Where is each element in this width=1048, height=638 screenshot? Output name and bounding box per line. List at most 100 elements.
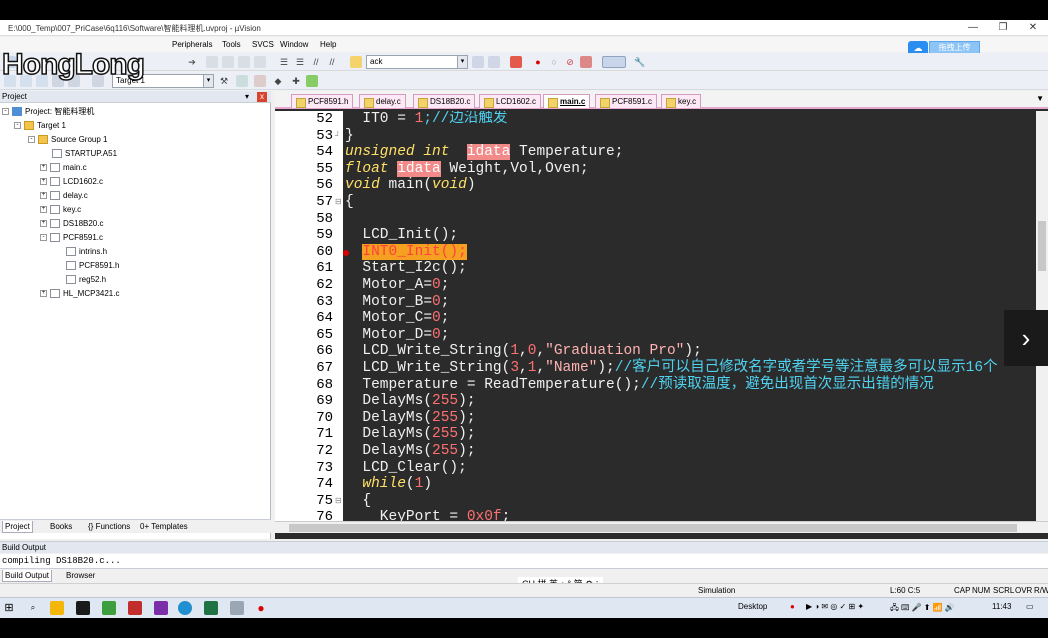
tree-file[interactable]: STARTUP.A51	[52, 147, 117, 160]
uvision-app-icon[interactable]	[230, 601, 244, 615]
window-layout-icon[interactable]	[602, 56, 626, 68]
breakpoint-disable-icon[interactable]: ○	[548, 56, 560, 68]
fold-marker-icon[interactable]: ⊟	[335, 194, 342, 210]
pack-installer-icon[interactable]: ✚	[290, 75, 302, 87]
wrench-icon[interactable]: 🔧	[634, 56, 646, 68]
tree-file[interactable]: + main.c	[40, 161, 87, 174]
search-icon[interactable]: ⌕	[26, 601, 40, 615]
menu-tools[interactable]: Tools	[222, 40, 241, 49]
onenote-icon[interactable]	[154, 601, 168, 615]
windows-start-icon[interactable]: ⊞	[2, 601, 16, 615]
tab-templates[interactable]: 0+ Templates	[138, 521, 190, 533]
collapse-icon[interactable]: -	[40, 234, 47, 242]
expand-icon[interactable]: +	[40, 220, 47, 228]
redo-icon[interactable]: ➔	[186, 56, 198, 68]
indent-icon[interactable]: ☰	[278, 56, 290, 68]
file-tab[interactable]: delay.c	[359, 94, 406, 108]
breakpoint-kill-icon[interactable]	[580, 56, 592, 68]
fold-marker-icon[interactable]: ⊟	[335, 493, 342, 509]
maximize-button[interactable]: ❐	[988, 21, 1018, 35]
menu-peripherals[interactable]: Peripherals	[172, 40, 212, 49]
expand-icon[interactable]: +	[40, 290, 47, 298]
diamond-icon[interactable]: ◆	[272, 75, 284, 87]
record-icon[interactable]: ●	[254, 601, 268, 615]
tab-build-output[interactable]: Build Output	[2, 570, 53, 582]
code-area[interactable]: IT0 = 1;//边沿触发 } unsigned int idata Temp…	[343, 111, 1048, 521]
file-tab[interactable]: DS18B20.c	[413, 94, 476, 108]
close-icon[interactable]: x	[257, 92, 267, 102]
edge-browser-icon[interactable]	[178, 601, 192, 615]
bookmark-next-icon[interactable]	[238, 56, 250, 68]
bookmark-icon[interactable]	[206, 56, 218, 68]
tab-project[interactable]: Project	[2, 521, 33, 533]
notification-icon[interactable]: ▭	[1026, 602, 1034, 611]
horizontal-scrollbar[interactable]	[275, 521, 1048, 533]
tab-functions[interactable]: {} Functions	[86, 521, 132, 533]
breakpoint-clear-icon[interactable]: ⊘	[564, 56, 576, 68]
breakpoint-insert-icon[interactable]: ●	[532, 56, 544, 68]
incremental-find-icon[interactable]	[488, 56, 500, 68]
green-box-icon[interactable]	[306, 75, 318, 87]
fold-marker-icon[interactable]: ┘	[335, 128, 341, 144]
media-player-icon[interactable]	[102, 601, 116, 615]
collapse-icon[interactable]: -	[14, 122, 21, 130]
close-button[interactable]: ✕	[1018, 21, 1048, 35]
menu-svcs[interactable]: SVCS	[252, 40, 274, 49]
tree-header-file[interactable]: PCF8591.h	[66, 259, 119, 272]
tab-books[interactable]: Books	[48, 521, 74, 533]
expand-icon[interactable]: +	[40, 192, 47, 200]
tree-file[interactable]: + delay.c	[40, 189, 88, 202]
minimize-button[interactable]: —	[958, 21, 988, 35]
breakpoint-icon[interactable]	[343, 250, 349, 256]
tree-file[interactable]: + key.c	[40, 203, 81, 216]
file-tab-active[interactable]: main.c	[543, 94, 591, 108]
bookmark-clear-icon[interactable]	[254, 56, 266, 68]
expand-icon[interactable]: +	[40, 178, 47, 186]
terminal-icon[interactable]	[76, 601, 90, 615]
file-tab[interactable]: PCF8591.c	[595, 94, 658, 108]
tray-record-icon[interactable]: ●	[790, 602, 795, 611]
tree-target[interactable]: - Target 1	[14, 119, 66, 132]
collapse-icon[interactable]: -	[2, 108, 9, 116]
tree-file[interactable]: - PCF8591.c	[40, 231, 103, 244]
collapse-icon[interactable]: -	[28, 136, 35, 144]
tree-project-root[interactable]: - Project: 智能料理机	[2, 105, 94, 118]
tree-source-group[interactable]: - Source Group 1	[28, 133, 107, 146]
manage-components-icon[interactable]	[254, 75, 266, 87]
excel-icon[interactable]	[204, 601, 218, 615]
debug-session-icon[interactable]	[510, 56, 522, 68]
tray-system-icons[interactable]: 🖧 ⌨ 🎤 ⬆ 📶 🔊	[890, 602, 955, 616]
tree-header-file[interactable]: intrins.h	[66, 245, 107, 258]
menu-window[interactable]: Window	[280, 40, 308, 49]
target-options-icon[interactable]: ⚒	[218, 75, 230, 87]
file-extensions-icon[interactable]	[236, 75, 248, 87]
tab-list-icon[interactable]: ▼	[1036, 94, 1044, 103]
file-explorer-icon[interactable]	[50, 601, 64, 615]
tree-file[interactable]: + LCD1602.c	[40, 175, 103, 188]
pin-icon[interactable]: ▾	[245, 91, 249, 103]
expand-icon[interactable]: +	[40, 206, 47, 214]
file-tab[interactable]: key.c	[661, 94, 702, 108]
bookmark-prev-icon[interactable]	[222, 56, 234, 68]
tree-header-file[interactable]: reg52.h	[66, 273, 106, 286]
desktop-label[interactable]: Desktop	[738, 602, 767, 611]
unindent-icon[interactable]: ☰	[294, 56, 306, 68]
expand-icon[interactable]: +	[40, 164, 47, 172]
next-arrow-button[interactable]: ›	[1004, 310, 1048, 366]
tray-icons[interactable]: ▶ ◑ ✉ ◎ ✓ ⊞ ✦	[806, 602, 864, 611]
comment-icon[interactable]: //	[310, 56, 322, 68]
menu-help[interactable]: Help	[320, 40, 336, 49]
file-tab[interactable]: PCF8591.h	[291, 94, 354, 108]
scroll-thumb[interactable]	[1038, 221, 1046, 271]
find-combo[interactable]: ack ▾	[366, 55, 468, 69]
tree-file[interactable]: + HL_MCP3421.c	[40, 287, 119, 300]
file-tab[interactable]: LCD1602.c	[479, 94, 542, 108]
uncomment-icon[interactable]: //	[326, 56, 338, 68]
keil-icon[interactable]	[128, 601, 142, 615]
scroll-thumb[interactable]	[289, 524, 1017, 532]
tree-file[interactable]: + DS18B20.c	[40, 217, 103, 230]
tab-browser[interactable]: Browser	[64, 570, 97, 582]
find-icon[interactable]	[472, 56, 484, 68]
line-number-gutter: 52 53 54 55 56 57 58 59 60 61 62 63 64 65 66 67 68 69 70 71…	[275, 111, 343, 525]
find-in-files-icon[interactable]	[350, 56, 362, 68]
